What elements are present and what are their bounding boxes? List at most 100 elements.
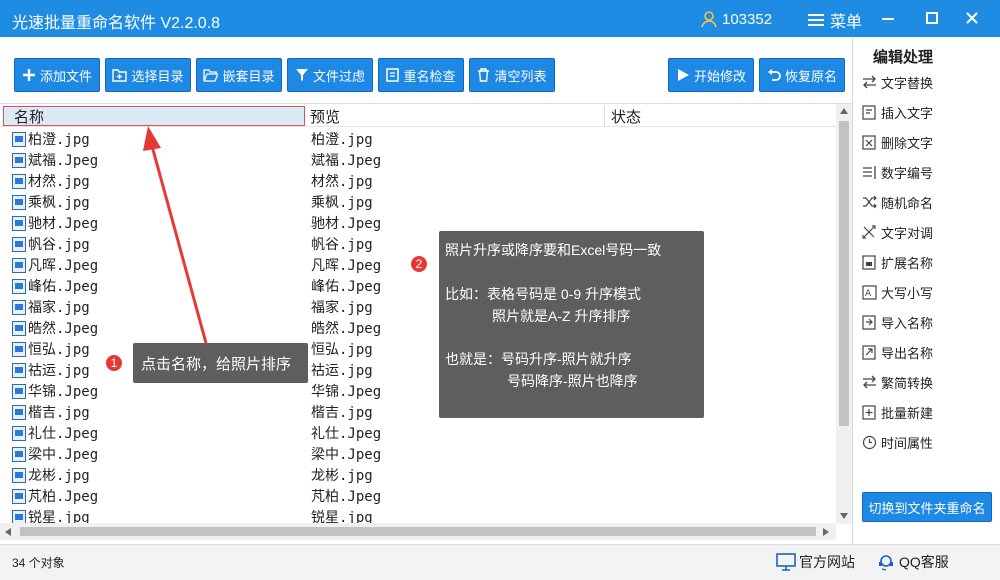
file-name: 梁中.Jpeg — [28, 447, 99, 463]
table-row[interactable]: 芃柏.Jpeg 芃柏.Jpeg — [0, 485, 836, 506]
file-filter-label: 文件过虑 — [312, 68, 365, 84]
official-website-link[interactable]: 官方网站 — [776, 552, 855, 572]
list-header: 名称 预览 状态 — [0, 104, 836, 127]
horizontal-scroll-thumb[interactable] — [20, 527, 816, 536]
panel-item-time-attr[interactable]: 时间属性 — [862, 431, 933, 453]
table-row[interactable]: 柏澄.jpg 柏澄.jpg — [0, 128, 836, 149]
table-row[interactable]: 皓然.Jpeg 皓然.Jpeg — [0, 317, 836, 338]
image-file-icon — [12, 257, 26, 273]
panel-item-delete-text[interactable]: 删除文字 — [862, 131, 933, 153]
image-file-icon — [12, 236, 26, 252]
file-filter-button[interactable]: 文件过虑 — [287, 58, 373, 92]
table-row[interactable]: 祜运.jpg 祜运.jpg — [0, 359, 836, 380]
panel-item-traditional-simplified[interactable]: 繁简转换 — [862, 371, 933, 393]
switch-folder-rename-button[interactable]: 切换到文件夹重命名 — [862, 492, 992, 522]
table-row[interactable]: 梁中.Jpeg 梁中.Jpeg — [0, 443, 836, 464]
panel-item-text-swap[interactable]: 文字对调 — [862, 221, 933, 243]
select-dir-button[interactable]: 选择目录 — [105, 58, 191, 92]
table-row[interactable]: 驰材.Jpeg 驰材.Jpeg — [0, 212, 836, 233]
horizontal-scrollbar[interactable] — [0, 523, 836, 540]
clock-icon — [862, 435, 877, 449]
table-row[interactable]: 乘枫.jpg 乘枫.jpg — [0, 191, 836, 212]
file-name-cell: 乘枫.jpg — [12, 192, 90, 212]
file-name: 礼仕.Jpeg — [28, 426, 99, 442]
start-modify-label: 开始修改 — [693, 68, 746, 84]
file-name: 福家.jpg — [28, 300, 90, 316]
image-file-icon — [12, 194, 26, 210]
file-name-cell: 龙彬.jpg — [12, 465, 90, 485]
table-row[interactable]: 材然.jpg 材然.jpg — [0, 170, 836, 191]
panel-item-insert-text[interactable]: 插入文字 — [862, 101, 933, 123]
minimize-button[interactable] — [875, 6, 901, 30]
file-name-cell: 材然.jpg — [12, 171, 90, 191]
panel-item-case[interactable]: A 大写小写 — [862, 281, 933, 303]
file-name-cell: 峰佑.Jpeg — [12, 276, 98, 296]
edit-panel: 编辑处理 文字替换 插入文字 删除文字 数字编号 随机命名 文字对调 扩展名称 … — [852, 37, 1000, 544]
column-header-name[interactable]: 名称 — [3, 106, 305, 126]
image-file-icon — [12, 467, 26, 483]
add-file-button[interactable]: 添加文件 — [14, 58, 100, 92]
extension-icon — [862, 254, 876, 270]
file-name: 柏澄.jpg — [28, 132, 90, 148]
insert-icon — [862, 104, 876, 120]
file-name: 斌福.Jpeg — [28, 153, 99, 169]
table-row[interactable]: 恒弘.jpg 恒弘.jpg — [0, 338, 836, 359]
table-row[interactable]: 帆谷.jpg 帆谷.jpg — [0, 233, 836, 254]
restore-name-button[interactable]: 恢复原名 — [759, 58, 845, 92]
table-row[interactable]: 楷吉.jpg 楷吉.jpg — [0, 401, 836, 422]
panel-item-label: 删除文字 — [881, 135, 934, 151]
image-file-icon — [12, 131, 26, 147]
table-row[interactable]: 福家.jpg 福家.jpg — [0, 296, 836, 317]
panel-title: 编辑处理 — [873, 49, 934, 66]
file-name: 祜运.jpg — [28, 363, 90, 379]
case-icon: A — [862, 284, 877, 300]
file-name-cell: 楷吉.jpg — [12, 402, 90, 422]
qq-service-link[interactable]: QQ客服 — [876, 552, 949, 572]
start-modify-button[interactable]: 开始修改 — [668, 58, 754, 92]
file-name: 楷吉.jpg — [28, 405, 90, 421]
file-preview: 柏澄.jpg — [311, 132, 373, 148]
folder-open-icon — [203, 69, 219, 82]
nested-dir-button[interactable]: 嵌套目录 — [196, 58, 282, 92]
table-row[interactable]: 锐星.jpg 锐星.jpg — [0, 506, 836, 523]
user-account[interactable]: 103352 — [700, 10, 772, 28]
panel-item-number[interactable]: 数字编号 — [862, 161, 933, 183]
table-row[interactable]: 礼仕.Jpeg 礼仕.Jpeg — [0, 422, 836, 443]
panel-item-label: 随机命名 — [881, 195, 934, 211]
vertical-scrollbar[interactable] — [836, 104, 852, 524]
menu-icon — [808, 14, 824, 26]
panel-item-random-name[interactable]: 随机命名 — [862, 191, 933, 213]
restore-name-label: 恢复原名 — [784, 68, 837, 84]
panel-item-import-name[interactable]: 导入名称 — [862, 311, 933, 333]
maximize-button[interactable] — [919, 6, 945, 30]
table-row[interactable]: 华锦.Jpeg 华锦.Jpeg — [0, 380, 836, 401]
image-file-icon — [12, 299, 26, 315]
file-name: 材然.jpg — [28, 174, 90, 190]
table-row[interactable]: 龙彬.jpg 龙彬.jpg — [0, 464, 836, 485]
vertical-scroll-thumb[interactable] — [839, 121, 849, 426]
menu-button[interactable]: 菜单 — [808, 8, 862, 32]
close-button[interactable] — [959, 6, 985, 30]
panel-item-batch-create[interactable]: 批量新建 — [862, 401, 933, 423]
table-row[interactable]: 峰佑.Jpeg 峰佑.Jpeg — [0, 275, 836, 296]
panel-item-extension[interactable]: 扩展名称 — [862, 251, 933, 273]
panel-item-text-replace[interactable]: 文字替换 — [862, 71, 933, 93]
column-header-status[interactable]: 状态 — [605, 106, 805, 126]
panel-item-export-name[interactable]: 导出名称 — [862, 341, 933, 363]
file-name: 华锦.Jpeg — [28, 384, 99, 400]
file-preview: 龙彬.jpg — [311, 468, 373, 484]
image-file-icon — [12, 278, 26, 294]
image-file-icon — [12, 383, 26, 399]
file-name: 乘枫.jpg — [28, 195, 90, 211]
minimize-icon — [882, 18, 894, 20]
table-row[interactable]: 斌福.Jpeg 斌福.Jpeg — [0, 149, 836, 170]
file-name-cell: 华锦.Jpeg — [12, 381, 98, 401]
file-preview: 峰佑.Jpeg — [311, 279, 382, 295]
image-file-icon — [12, 173, 26, 189]
user-id: 103352 — [722, 10, 773, 28]
clear-list-button[interactable]: 清空列表 — [469, 58, 555, 92]
column-header-preview[interactable]: 预览 — [305, 106, 605, 126]
menu-label: 菜单 — [830, 14, 863, 31]
file-preview: 皓然.Jpeg — [311, 321, 382, 337]
rename-check-button[interactable]: 重名检查 — [378, 58, 464, 92]
